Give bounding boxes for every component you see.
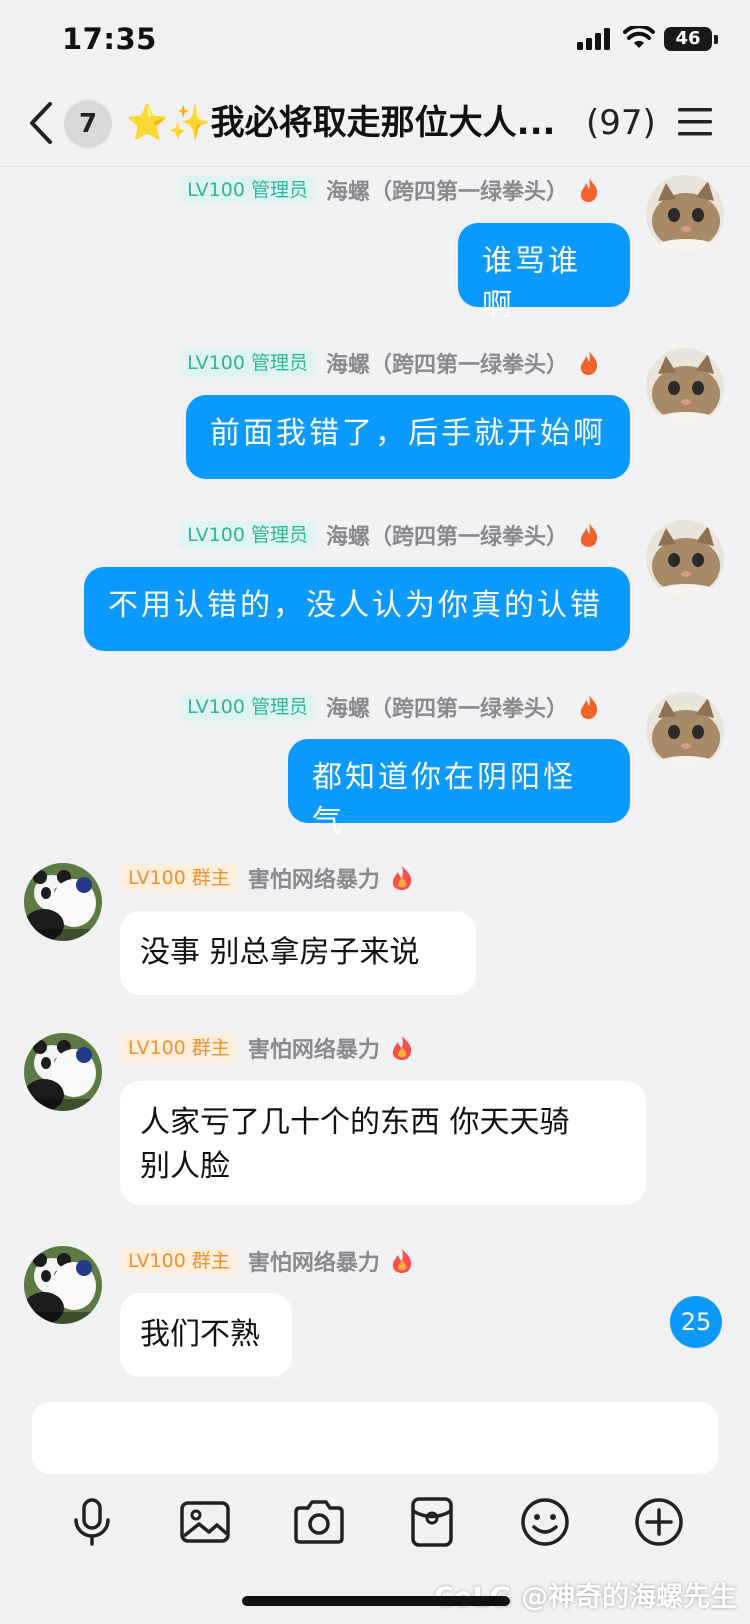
message-meta: LV100 管理员 海螺（跨四第一绿拳头） <box>179 520 600 550</box>
sender-name[interactable]: 害怕网络暴力 <box>248 862 380 894</box>
image-icon[interactable] <box>177 1494 233 1550</box>
flame-icon <box>580 523 598 547</box>
panda-avatar-image <box>24 863 102 941</box>
back-arrow-icon[interactable] <box>26 100 56 146</box>
battery-cap <box>714 35 718 44</box>
kitten-avatar-image <box>646 692 724 770</box>
member-count[interactable]: (97) <box>586 100 656 146</box>
panda-avatar-image <box>24 1033 102 1111</box>
message-bubble[interactable]: 前面我错了，后手就开始啊 <box>186 395 630 479</box>
message-bubble[interactable]: 我们不熟 <box>120 1293 292 1377</box>
flame-icon <box>580 695 598 719</box>
message-meta: LV100 管理员 海螺（跨四第一绿拳头） <box>179 692 600 722</box>
avatar-kitten[interactable] <box>646 175 724 253</box>
admin-badge: LV100 管理员 <box>179 349 316 377</box>
panda-avatar-image <box>24 1246 102 1324</box>
avatar-panda[interactable] <box>24 1033 102 1111</box>
message-meta: LV100 群主 害怕网络暴力 <box>120 1246 414 1276</box>
flame-icon <box>392 1249 411 1273</box>
status-bar: 17:35 46 <box>0 0 750 80</box>
message-bubble[interactable]: 人家亏了几十个的东西 你天天骑 别人脸 <box>120 1081 646 1205</box>
flame-icon <box>392 1036 411 1060</box>
avatar-kitten[interactable] <box>646 520 724 598</box>
owner-badge: LV100 群主 <box>120 1034 238 1062</box>
message-text-line: 别人脸 <box>140 1149 230 1184</box>
sender-name[interactable]: 海螺（跨四第一绿拳头） <box>326 347 568 379</box>
owner-badge: LV100 群主 <box>120 864 238 892</box>
plus-icon[interactable] <box>631 1494 687 1550</box>
kitten-avatar-image <box>646 520 724 598</box>
home-indicator[interactable] <box>242 1596 510 1606</box>
sender-name[interactable]: 害怕网络暴力 <box>248 1032 380 1064</box>
camera-icon[interactable] <box>291 1494 347 1550</box>
avatar-kitten[interactable] <box>646 348 724 426</box>
message-meta: LV100 群主 害怕网络暴力 <box>120 1033 414 1063</box>
owner-badge: LV100 群主 <box>120 1247 238 1275</box>
flame-icon <box>392 866 411 890</box>
message-meta: LV100 管理员 海螺（跨四第一绿拳头） <box>179 348 600 378</box>
battery-icon: 46 <box>664 27 712 51</box>
sender-name[interactable]: 海螺（跨四第一绿拳头） <box>326 519 568 551</box>
flame-icon <box>580 351 598 375</box>
admin-badge: LV100 管理员 <box>179 521 316 549</box>
menu-icon[interactable] <box>676 106 714 138</box>
message-meta: LV100 群主 害怕网络暴力 <box>120 863 414 893</box>
sender-name[interactable]: 海螺（跨四第一绿拳头） <box>326 174 568 206</box>
sender-name[interactable]: 海螺（跨四第一绿拳头） <box>326 691 568 723</box>
watermark-text: CoLG @神奇的海螺先生 <box>434 1582 738 1613</box>
unread-count-badge[interactable]: 7 <box>64 100 112 148</box>
red-packet-icon[interactable] <box>404 1494 460 1550</box>
status-time: 17:35 <box>62 22 157 56</box>
wifi-icon <box>623 26 655 48</box>
chat-header: 7 ⭐✨我必将取走那位大人... (97) <box>0 80 750 167</box>
admin-badge: LV100 管理员 <box>179 176 316 204</box>
cellular-signal-icon <box>577 28 610 50</box>
message-bubble[interactable]: 谁骂谁啊 <box>458 223 630 323</box>
new-messages-badge[interactable]: 25 <box>670 1296 722 1348</box>
sender-name[interactable]: 害怕网络暴力 <box>248 1245 380 1277</box>
kitten-avatar-image <box>646 348 724 426</box>
flame-icon <box>580 178 598 202</box>
message-meta: LV100 管理员 海螺（跨四第一绿拳头） <box>179 175 600 205</box>
admin-badge: LV100 管理员 <box>179 693 316 721</box>
message-text-line: 人家亏了几十个的东西 你天天骑 <box>140 1105 570 1140</box>
message-bubble[interactable]: 不用认错的，没人认为你真的认错 <box>84 567 630 651</box>
avatar-panda[interactable] <box>24 863 102 941</box>
kitten-avatar-image <box>646 175 724 253</box>
avatar-panda[interactable] <box>24 1246 102 1324</box>
avatar-kitten[interactable] <box>646 692 724 770</box>
microphone-icon[interactable] <box>64 1494 120 1550</box>
group-title[interactable]: ⭐✨我必将取走那位大人... <box>126 100 566 146</box>
message-input[interactable] <box>32 1402 718 1474</box>
emoji-icon[interactable] <box>517 1494 573 1550</box>
message-bubble[interactable]: 没事 别总拿房子来说 <box>120 911 476 995</box>
message-bubble[interactable]: 都知道你在阴阳怪气 <box>288 739 630 839</box>
